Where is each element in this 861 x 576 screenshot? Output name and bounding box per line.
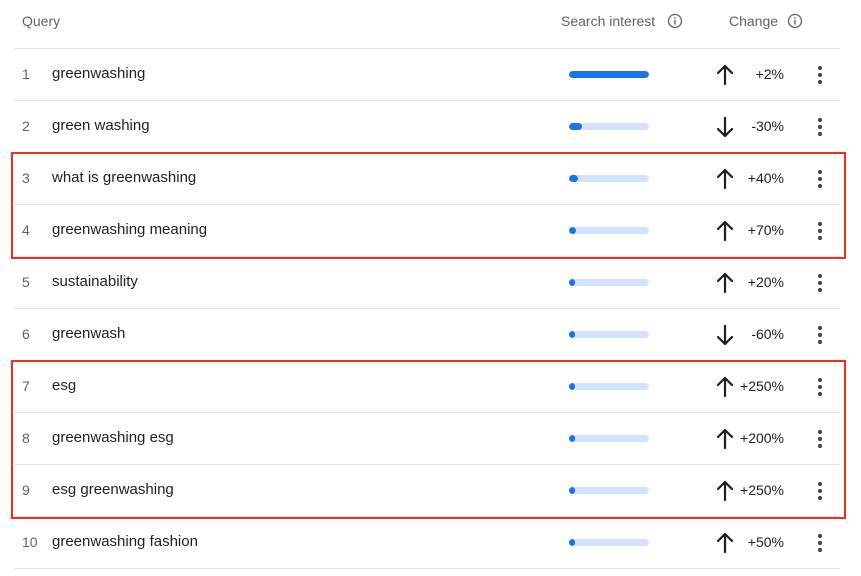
search-interest-bar-fill: [569, 539, 575, 546]
rank-number: 6: [22, 326, 30, 342]
more-vert-icon[interactable]: [810, 219, 830, 243]
change-info-icon[interactable]: [787, 13, 803, 29]
search-interest-bar: [569, 539, 649, 546]
query-text[interactable]: greenwashing meaning: [52, 221, 207, 238]
search-interest-bar-fill: [569, 175, 578, 182]
table-row[interactable]: 2 green washing -30%: [14, 101, 840, 153]
arrow-down-icon: [715, 323, 735, 347]
change-value: +250%: [740, 378, 784, 394]
table-row[interactable]: 1 greenwashing +2%: [14, 49, 840, 101]
arrow-up-icon: [715, 167, 735, 191]
arrow-down-icon: [715, 115, 735, 139]
rank-number: 4: [22, 222, 30, 238]
change-value: +200%: [740, 430, 784, 446]
rank-number: 2: [22, 118, 30, 134]
rank-number: 5: [22, 274, 30, 290]
query-text[interactable]: sustainability: [52, 273, 138, 290]
search-interest-bar: [569, 331, 649, 338]
change-value: +40%: [747, 170, 784, 186]
arrow-up-icon: [715, 479, 735, 503]
search-interest-bar-fill: [569, 487, 575, 494]
table-row[interactable]: 4 greenwashing meaning +70%: [14, 205, 840, 257]
more-vert-icon[interactable]: [810, 323, 830, 347]
table-row[interactable]: 10 greenwashing fashion +50%: [14, 517, 840, 569]
search-interest-bar: [569, 383, 649, 390]
arrow-up-icon: [715, 63, 735, 87]
more-vert-icon[interactable]: [810, 531, 830, 555]
query-text[interactable]: greenwashing fashion: [52, 533, 198, 550]
change-value: -60%: [751, 326, 784, 342]
change-value: +2%: [755, 66, 784, 82]
query-text[interactable]: greenwashing esg: [52, 429, 174, 446]
query-text[interactable]: esg: [52, 377, 76, 394]
search-interest-bar: [569, 227, 649, 234]
rank-number: 3: [22, 170, 30, 186]
query-text[interactable]: greenwash: [52, 325, 125, 342]
arrow-up-icon: [715, 271, 735, 295]
search-interest-bar-fill: [569, 123, 582, 130]
arrow-up-icon: [715, 219, 735, 243]
rank-number: 9: [22, 482, 30, 498]
query-column-header: Query: [22, 13, 61, 29]
search-interest-bar-fill: [569, 227, 577, 234]
change-value: +50%: [747, 534, 784, 550]
table-row[interactable]: 7 esg +250%: [14, 361, 840, 413]
search-interest-bar-fill: [569, 435, 575, 442]
change-value: +20%: [747, 274, 784, 290]
query-text[interactable]: esg greenwashing: [52, 481, 174, 498]
table-row[interactable]: 6 greenwash -60%: [14, 309, 840, 361]
search-interest-bar-fill: [569, 383, 575, 390]
rank-number: 8: [22, 430, 30, 446]
search-interest-bar-fill: [569, 331, 575, 338]
search-interest-column-header: Search interest: [561, 13, 656, 29]
arrow-up-icon: [715, 427, 735, 451]
search-interest-bar: [569, 279, 649, 286]
search-interest-bar: [569, 123, 649, 130]
search-interest-bar-fill: [569, 279, 576, 286]
arrow-up-icon: [715, 531, 735, 555]
more-vert-icon[interactable]: [810, 427, 830, 451]
search-interest-bar: [569, 175, 649, 182]
rank-number: 1: [22, 66, 30, 82]
change-value: +250%: [740, 482, 784, 498]
more-vert-icon[interactable]: [810, 63, 830, 87]
arrow-up-icon: [715, 375, 735, 399]
query-text[interactable]: what is greenwashing: [52, 169, 196, 186]
change-value: +70%: [747, 222, 784, 238]
table-header: Query Search interest Change: [14, 0, 840, 49]
search-interest-bar: [569, 71, 649, 78]
more-vert-icon[interactable]: [810, 115, 830, 139]
search-interest-bar: [569, 487, 649, 494]
more-vert-icon[interactable]: [810, 375, 830, 399]
search-interest-bar-fill: [569, 71, 649, 78]
table-row[interactable]: 5 sustainability +20%: [14, 257, 840, 309]
more-vert-icon[interactable]: [810, 479, 830, 503]
more-vert-icon[interactable]: [810, 167, 830, 191]
table-row[interactable]: 9 esg greenwashing +250%: [14, 465, 840, 517]
table-row[interactable]: 8 greenwashing esg +200%: [14, 413, 840, 465]
search-interest-info-icon[interactable]: [667, 13, 683, 29]
search-interest-bar: [569, 435, 649, 442]
table-row[interactable]: 3 what is greenwashing +40%: [14, 153, 840, 205]
rank-number: 7: [22, 378, 30, 394]
change-value: -30%: [751, 118, 784, 134]
rank-number: 10: [22, 534, 38, 550]
query-text[interactable]: greenwashing: [52, 65, 145, 82]
change-column-header: Change: [729, 13, 779, 29]
more-vert-icon[interactable]: [810, 271, 830, 295]
query-text[interactable]: green washing: [52, 117, 150, 134]
